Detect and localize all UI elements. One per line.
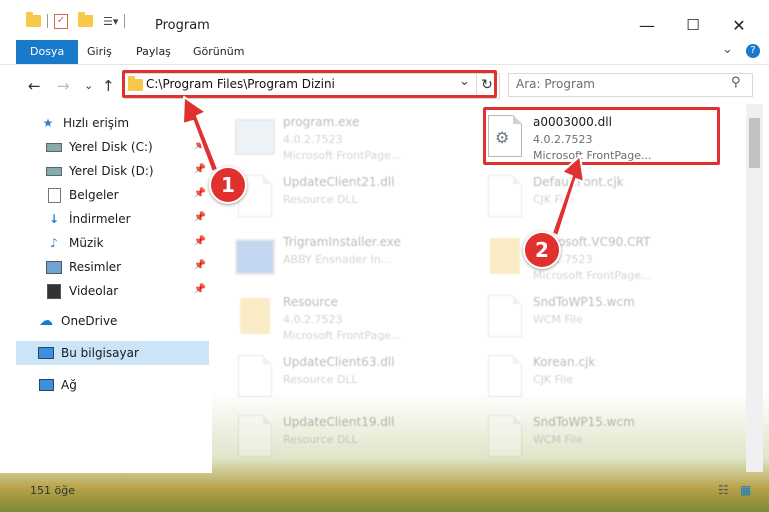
explorer-window: ✓ ☰▾ Program — ☐ ✕ Dosya Giriş Paylaş Gö… — [0, 0, 769, 512]
arrow-2 — [551, 155, 585, 237]
step-2-badge: 2 — [523, 231, 561, 269]
annotation-arrows — [182, 96, 585, 237]
step-1-badge: 1 — [209, 166, 247, 204]
arrow-1 — [182, 96, 219, 173]
